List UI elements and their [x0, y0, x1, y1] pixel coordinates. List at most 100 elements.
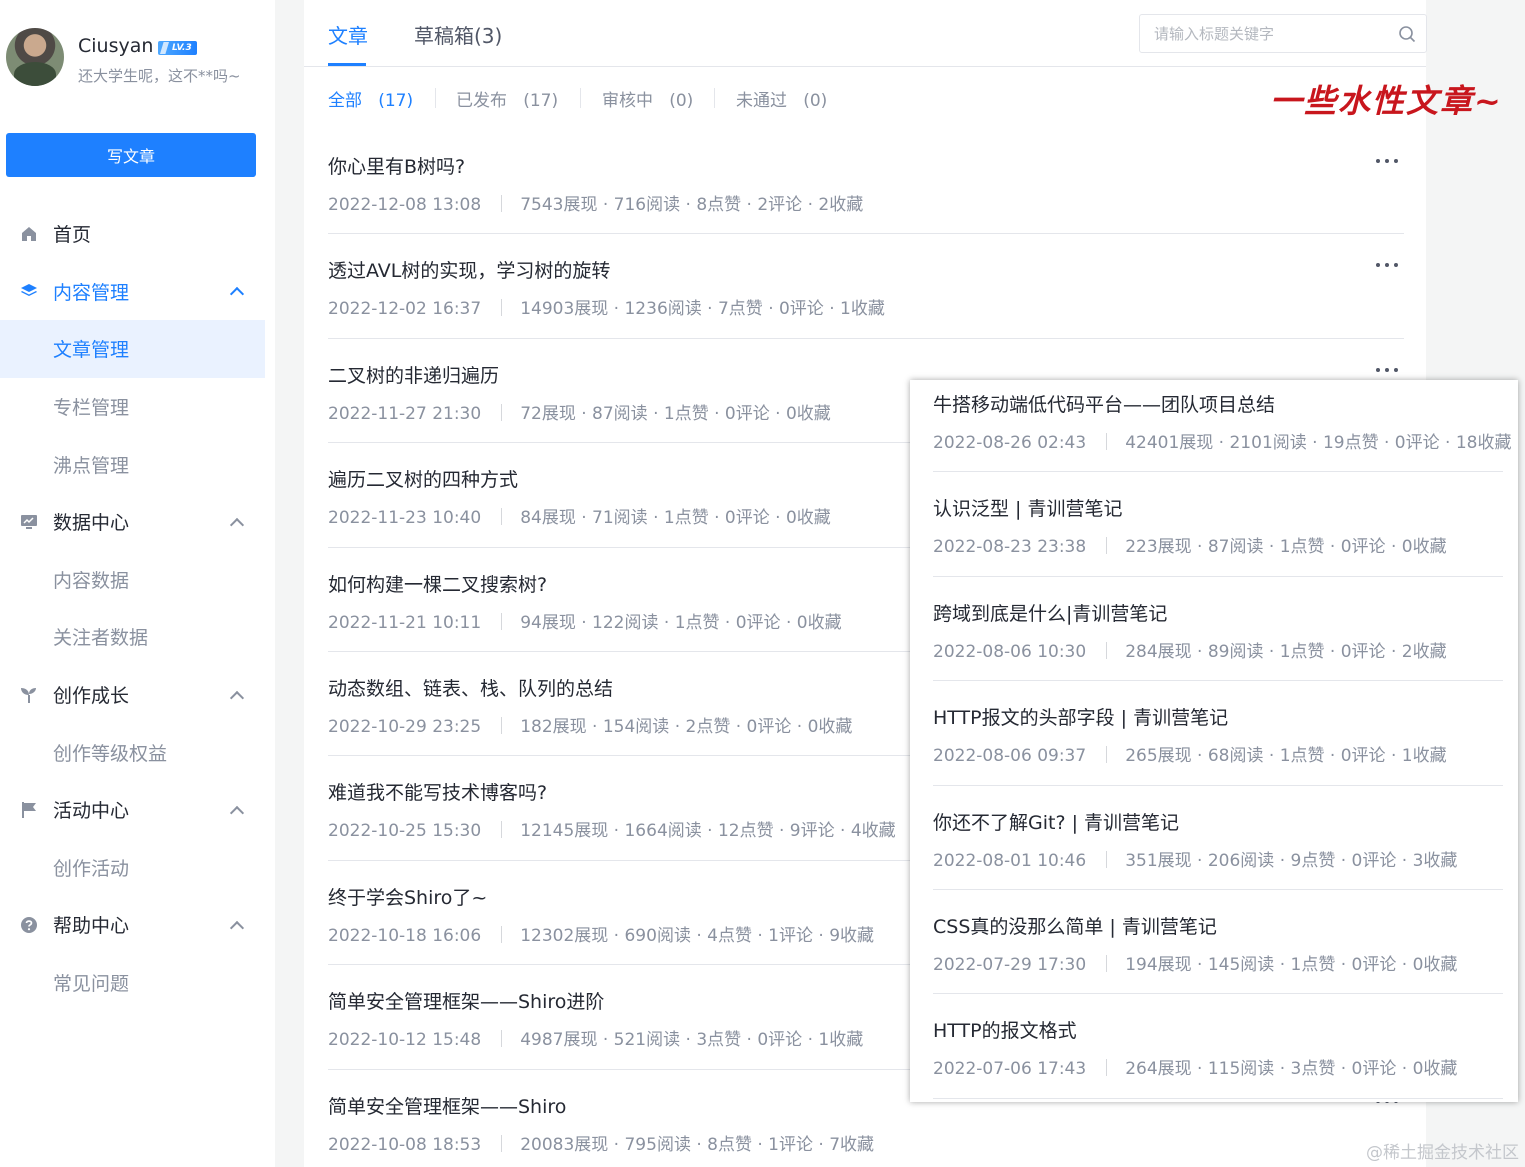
article-title[interactable]: 遍历二叉树的四种方式	[328, 465, 518, 492]
sidebar-item-content-management[interactable]: 内容管理	[0, 263, 275, 321]
filter-published[interactable]: 已发布 (17)	[456, 86, 558, 111]
sidebar-item-activity-center[interactable]: 活动中心	[0, 781, 275, 839]
sidebar-item-label: 创作等级权益	[53, 742, 168, 765]
article-meta: 2022-08-06 10:30 284展现 · 89阅读 · 1点赞 · 0评论…	[933, 637, 1447, 662]
filter-divider	[435, 88, 436, 108]
article-title[interactable]: 跨域到底是什么|青训营笔记	[933, 599, 1167, 626]
article-stats: 72展现 · 87阅读 · 1点赞 · 0评论 · 0收藏	[520, 403, 831, 424]
article-title[interactable]: 二叉树的非递归遍历	[328, 361, 499, 388]
more-options-icon[interactable]	[1376, 365, 1400, 375]
article-date: 2022-07-06 17:43	[933, 1059, 1087, 1080]
article-title[interactable]: 如何构建一棵二叉搜索树?	[328, 570, 547, 597]
watermark: @稀土掘金技术社区	[1366, 1143, 1519, 1163]
meta-divider	[1106, 1059, 1108, 1077]
article-row[interactable]: 你还不了解Git? | 青训营笔记 2022-08-01 10:46 351展现 ·…	[933, 786, 1503, 890]
article-date: 2022-11-27 21:30	[328, 403, 482, 424]
sidebar-item-data-center[interactable]: 数据中心	[0, 493, 275, 551]
search-box	[1139, 14, 1427, 53]
article-row[interactable]: 透过AVL树的实现，学习树的旋转 2022-12-02 16:37 14903展现 …	[328, 234, 1404, 339]
write-article-button[interactable]: 写文章	[6, 133, 256, 177]
more-options-icon[interactable]	[1376, 156, 1400, 166]
sidebar-item-label: 首页	[53, 224, 92, 247]
meta-divider	[501, 299, 503, 317]
sidebar-item-label: 专栏管理	[53, 397, 130, 420]
sidebar-item-label: 创作成长	[53, 685, 130, 708]
chevron-up-icon[interactable]	[229, 920, 245, 935]
article-meta: 2022-07-29 17:30 194展现 · 145阅读 · 1点赞 · 0评…	[933, 950, 1457, 975]
sidebar-item-creator-growth[interactable]: 创作成长	[0, 666, 275, 724]
sidebar-item-creator-level-benefits[interactable]: 创作等级权益	[0, 723, 275, 781]
article-title[interactable]: 动态数组、链表、栈、队列的总结	[328, 674, 613, 701]
article-meta: 2022-10-29 23:25 182展现 · 154阅读 · 2点赞 · 0评…	[328, 712, 852, 737]
article-title[interactable]: 简单安全管理框架——Shiro进阶	[328, 987, 604, 1014]
article-stats: 14903展现 · 1236阅读 · 7点赞 · 0评论 · 1收藏	[520, 299, 885, 320]
sidebar-item-help-center[interactable]: 帮助中心	[0, 896, 275, 954]
sidebar-item-column-management[interactable]: 专栏管理	[0, 378, 275, 436]
article-title[interactable]: HTTP的报文格式	[933, 1016, 1077, 1043]
meta-divider	[1106, 433, 1108, 450]
sidebar-item-article-management[interactable]: 文章管理	[0, 320, 265, 378]
meta-divider	[501, 508, 503, 526]
sidebar-item-label: 关注者数据	[53, 627, 149, 650]
sidebar-item-home[interactable]: 首页	[0, 205, 275, 263]
article-meta: 2022-10-12 15:48 4987展现 · 521阅读 · 3点赞 · 0…	[328, 1025, 863, 1050]
article-title[interactable]: 终于学会Shiro了~	[328, 883, 487, 910]
more-options-icon[interactable]	[1376, 260, 1400, 270]
article-title[interactable]: 你还不了解Git? | 青训营笔记	[933, 808, 1179, 835]
article-title[interactable]: 牛搭移动端低代码平台——团队项目总结	[933, 390, 1275, 417]
meta-divider	[501, 403, 503, 421]
tab-drafts[interactable]: 草稿箱(3)	[414, 20, 502, 49]
article-meta: 2022-11-23 10:40 84展现 · 71阅读 · 1点赞 · 0评论 …	[328, 503, 831, 528]
article-meta: 2022-08-23 23:38 223展现 · 87阅读 · 1点赞 · 0评论…	[933, 532, 1447, 557]
article-date: 2022-10-08 18:53	[328, 1134, 482, 1155]
sidebar-item-label: 帮助中心	[53, 915, 130, 938]
avatar[interactable]	[6, 28, 64, 86]
sidebar-nav: 首页 内容管理 文章管理 专栏管理 沸点管理 数据中心 内容数据 关注者数据 创…	[0, 205, 275, 1011]
sidebar-item-label: 常见问题	[53, 973, 130, 996]
sidebar-item-pins-management[interactable]: 沸点管理	[0, 435, 275, 493]
article-title[interactable]: 认识泛型 | 青训营笔记	[933, 494, 1122, 521]
article-stats: 182展现 · 154阅读 · 2点赞 · 0评论 · 0收藏	[520, 716, 853, 737]
article-title[interactable]: 简单安全管理框架——Shiro	[328, 1092, 566, 1119]
article-stats: 7543展现 · 716阅读 · 8点赞 · 2评论 · 2收藏	[520, 195, 864, 215]
filter-rejected[interactable]: 未通过 (0)	[736, 86, 827, 111]
article-title[interactable]: HTTP报文的头部字段 | 青训营笔记	[933, 703, 1228, 730]
article-row[interactable]: 你心里有B树吗? 2022-12-08 13:08 7543展现 · 716阅读 ·…	[328, 130, 1404, 235]
article-row[interactable]: 牛搭移动端低代码平台——团队项目总结 2022-08-26 02:43 42401展…	[933, 380, 1511, 473]
filter-all[interactable]: 全部 (17)	[328, 86, 413, 111]
article-title[interactable]: 透过AVL树的实现，学习树的旋转	[328, 256, 610, 283]
meta-divider	[501, 821, 503, 839]
tab-articles[interactable]: 文章	[328, 20, 368, 49]
article-row[interactable]: HTTP报文的头部字段 | 青训营笔记 2022-08-06 09:37 265展现…	[933, 681, 1503, 786]
sidebar-item-content-data[interactable]: 内容数据	[0, 551, 275, 609]
user-name[interactable]: Ciusyan	[78, 35, 153, 57]
article-title[interactable]: 难道我不能写技术博客吗?	[328, 778, 547, 805]
chevron-up-icon[interactable]	[229, 805, 245, 820]
meta-divider	[1106, 850, 1108, 868]
search-input[interactable]	[1154, 23, 1384, 45]
article-row[interactable]: 认识泛型 | 青训营笔记 2022-08-23 23:38 223展现 · 87阅读…	[933, 472, 1503, 577]
search-icon[interactable]	[1398, 25, 1416, 43]
article-date: 2022-11-23 10:40	[328, 508, 482, 529]
article-title[interactable]: CSS真的没那么简单 | 青训营笔记	[933, 912, 1217, 939]
chevron-up-icon[interactable]	[229, 287, 245, 302]
article-title[interactable]: 你心里有B树吗?	[328, 152, 465, 179]
article-date: 2022-10-18 16:06	[328, 925, 482, 946]
meta-divider	[1106, 537, 1108, 555]
chevron-up-icon[interactable]	[229, 690, 245, 705]
article-date: 2022-08-23 23:38	[933, 537, 1087, 558]
article-date: 2022-11-21 10:11	[328, 612, 482, 633]
article-row[interactable]: 跨域到底是什么|青训营笔记 2022-08-06 10:30 284展现 · 89阅…	[933, 577, 1503, 682]
article-row[interactable]: CSS真的没那么简单 | 青训营笔记 2022-07-29 17:30 194展现 …	[933, 890, 1503, 995]
sidebar-item-follower-data[interactable]: 关注者数据	[0, 608, 275, 666]
chevron-up-icon[interactable]	[229, 517, 245, 532]
article-stats: 4987展现 · 521阅读 · 3点赞 · 0评论 · 1收藏	[520, 1030, 864, 1051]
filter-reviewing[interactable]: 审核中 (0)	[602, 86, 693, 111]
article-row[interactable]: HTTP的报文格式 2022-07-06 17:43 264展现 · 115阅读 ·…	[933, 994, 1503, 1099]
help-icon	[20, 916, 38, 934]
sprout-icon	[20, 686, 38, 704]
sidebar-item-creator-activities[interactable]: 创作活动	[0, 839, 275, 897]
article-meta: 2022-08-26 02:43 42401展现 · 2101阅读 · 19点赞 …	[933, 428, 1511, 453]
article-meta: 2022-12-08 13:08 7543展现 · 716阅读 · 8点赞 · 2…	[328, 190, 863, 215]
sidebar-item-faq[interactable]: 常见问题	[0, 954, 275, 1012]
